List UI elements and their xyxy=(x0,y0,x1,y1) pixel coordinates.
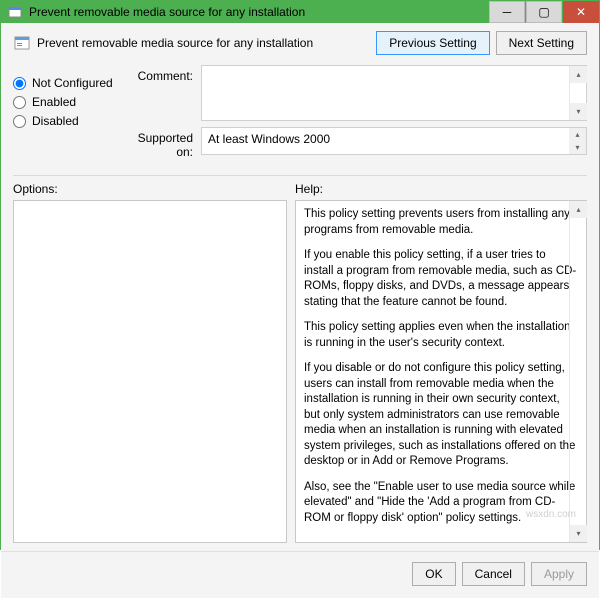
comment-label: Comment: xyxy=(123,65,201,121)
window-title: Prevent removable media source for any i… xyxy=(29,5,488,19)
close-button[interactable]: ✕ xyxy=(563,1,599,23)
comment-field[interactable] xyxy=(202,66,569,120)
config-area: Not Configured Enabled Disabled Comment: xyxy=(1,61,599,173)
help-label: Help: xyxy=(295,182,587,196)
ok-button[interactable]: OK xyxy=(412,562,455,586)
supported-label: Supported on: xyxy=(123,127,201,159)
scroll-up-icon[interactable]: ▴ xyxy=(569,128,586,141)
app-icon xyxy=(7,4,23,20)
supported-field-wrap: At least Windows 2000 ▴ ▾ xyxy=(201,127,587,155)
policy-title: Prevent removable media source for any i… xyxy=(37,36,376,50)
scroll-up-icon[interactable]: ▴ xyxy=(570,201,587,218)
scroll-down-icon[interactable]: ▾ xyxy=(569,141,586,154)
fields-column: Comment: ▴ ▾ Supported on: At least Wind… xyxy=(123,65,587,165)
radio-not-configured-label: Not Configured xyxy=(32,76,113,90)
header-row: Prevent removable media source for any i… xyxy=(1,23,599,61)
next-setting-button[interactable]: Next Setting xyxy=(496,31,587,55)
policy-dialog: Prevent removable media source for any i… xyxy=(0,0,600,550)
help-paragraph: If you enable this policy setting, if a … xyxy=(304,248,578,310)
scroll-down-icon[interactable]: ▾ xyxy=(570,525,587,542)
comment-field-wrap: ▴ ▾ xyxy=(201,65,587,121)
supported-field: At least Windows 2000 xyxy=(202,128,569,154)
help-paragraph: This policy setting applies even when th… xyxy=(304,320,578,351)
help-paragraph: Also, see the "Enable user to use media … xyxy=(304,480,578,527)
titlebar[interactable]: Prevent removable media source for any i… xyxy=(1,1,599,23)
previous-setting-button[interactable]: Previous Setting xyxy=(376,31,489,55)
dialog-body: Prevent removable media source for any i… xyxy=(1,23,599,598)
help-paragraph: If you disable or do not configure this … xyxy=(304,361,578,470)
policy-icon xyxy=(13,34,31,52)
options-panel xyxy=(13,200,287,543)
scroll-up-icon[interactable]: ▴ xyxy=(570,66,587,83)
maximize-button[interactable]: ▢ xyxy=(526,1,562,23)
panels: This policy setting prevents users from … xyxy=(1,200,599,551)
options-label: Options: xyxy=(13,182,295,196)
minimize-button[interactable]: ─ xyxy=(489,1,525,23)
scroll-down-icon[interactable]: ▾ xyxy=(570,103,587,120)
radio-enabled-input[interactable] xyxy=(13,96,26,109)
help-paragraph: This policy setting prevents users from … xyxy=(304,207,578,238)
radio-disabled-label: Disabled xyxy=(32,114,79,128)
help-panel: This policy setting prevents users from … xyxy=(295,200,587,543)
radio-not-configured[interactable]: Not Configured xyxy=(13,76,123,90)
help-content: This policy setting prevents users from … xyxy=(296,201,586,542)
divider xyxy=(13,175,587,176)
radio-disabled[interactable]: Disabled xyxy=(13,114,123,128)
cancel-button[interactable]: Cancel xyxy=(462,562,525,586)
radio-disabled-input[interactable] xyxy=(13,115,26,128)
radio-enabled[interactable]: Enabled xyxy=(13,95,123,109)
radio-enabled-label: Enabled xyxy=(32,95,76,109)
radio-not-configured-input[interactable] xyxy=(13,77,26,90)
state-radios: Not Configured Enabled Disabled xyxy=(13,65,123,165)
footer: OK Cancel Apply xyxy=(1,551,599,598)
options-content xyxy=(14,201,286,542)
panels-header: Options: Help: xyxy=(1,182,599,200)
apply-button[interactable]: Apply xyxy=(531,562,587,586)
